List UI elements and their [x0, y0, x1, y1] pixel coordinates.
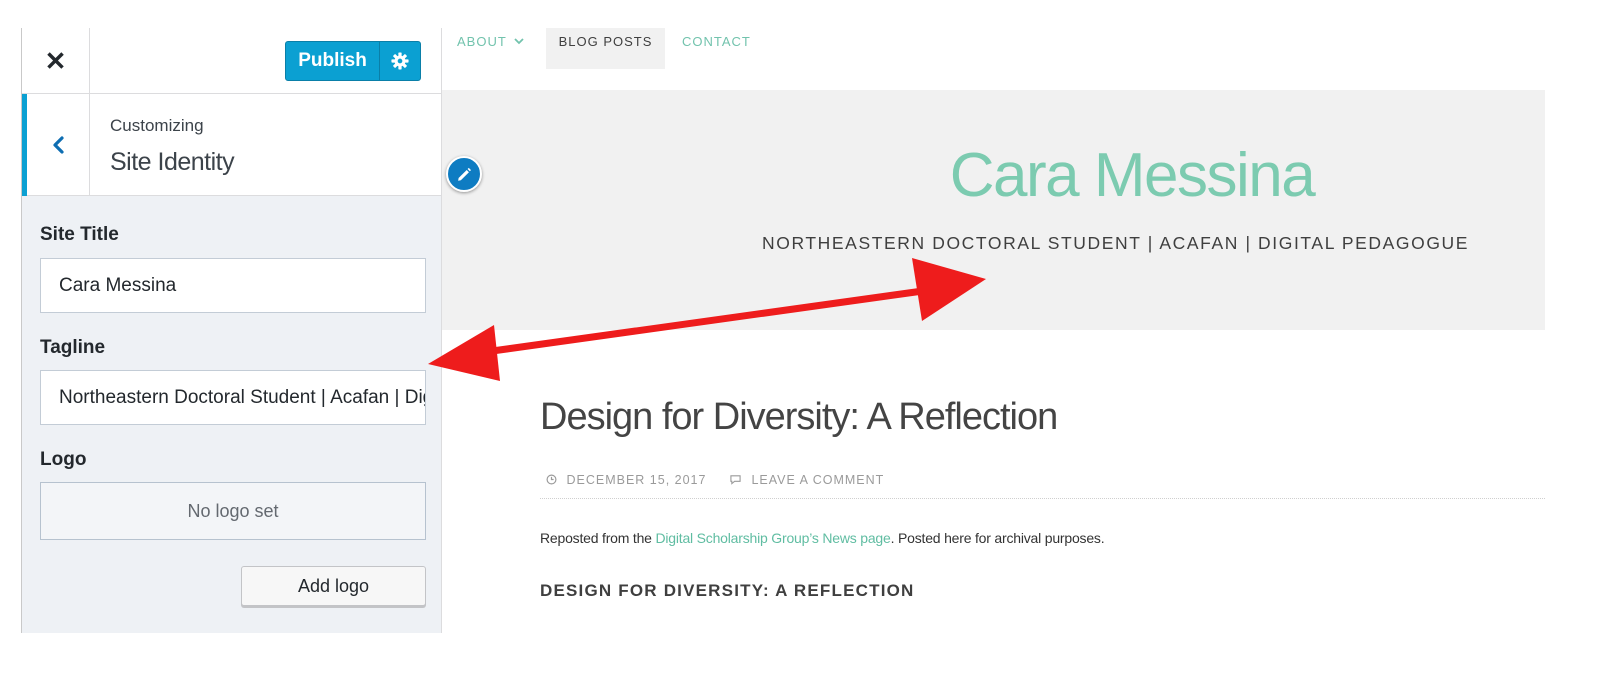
site-navigation: ABOUT BLOG POSTS CONTACT [442, 28, 1545, 90]
screenshot-frame: ✕ Publish Customizing Site Identity Site… [0, 0, 1600, 678]
comment-icon [730, 475, 741, 485]
site-title[interactable]: Cara Messina [442, 140, 1545, 211]
body-before: Reposted from the [540, 530, 656, 546]
no-logo-text: No logo set [187, 500, 279, 521]
site-title-input[interactable]: Cara Messina [40, 258, 426, 313]
section-title: Site Identity [110, 148, 235, 176]
leave-comment-link[interactable]: LEAVE A COMMENT [751, 473, 884, 487]
site-title-label: Site Title [40, 224, 119, 245]
section-kicker: Customizing [110, 116, 204, 135]
pencil-icon [458, 167, 472, 181]
body-after: . Posted here for archival purposes. [890, 530, 1105, 546]
publish-settings-button[interactable] [380, 42, 420, 80]
add-logo-button[interactable]: Add logo [241, 566, 426, 606]
nav-contact[interactable]: CONTACT [682, 28, 751, 70]
chevron-down-icon [514, 38, 524, 45]
meta-divider [540, 498, 1545, 499]
news-page-link[interactable]: Digital Scholarship Group’s News page [655, 530, 890, 546]
gear-icon [391, 52, 409, 70]
post-subheading: DESIGN FOR DIVERSITY: A REFLECTION [540, 581, 915, 600]
chevron-left-icon [53, 136, 64, 154]
close-icon: ✕ [44, 45, 67, 76]
close-customizer-button[interactable]: ✕ [22, 28, 90, 94]
site-tagline: NORTHEASTERN DOCTORAL STUDENT | ACAFAN |… [762, 233, 1470, 253]
tagline-input[interactable]: Northeastern Doctoral Student | Acafan |… [40, 370, 426, 425]
nav-about-label: ABOUT [457, 34, 507, 49]
nav-about[interactable]: ABOUT [457, 28, 525, 70]
back-button[interactable] [22, 94, 90, 196]
nav-blog-posts[interactable]: BLOG POSTS [546, 28, 665, 69]
publish-button-group: Publish [285, 41, 421, 81]
post-date[interactable]: DECEMBER 15, 2017 [566, 473, 706, 487]
post-body: Reposted from the Digital Scholarship Gr… [540, 530, 1105, 546]
customizer-sidebar: ✕ Publish Customizing Site Identity Site… [21, 28, 442, 633]
logo-placeholder[interactable]: No logo set [40, 482, 426, 540]
tagline-label: Tagline [40, 337, 106, 358]
section-header: Customizing Site Identity [22, 94, 441, 196]
post-content: Design for Diversity: A Reflection DECEM… [468, 330, 1545, 633]
site-header: Cara Messina NORTHEASTERN DOCTORAL STUDE… [442, 90, 1545, 330]
publish-button[interactable]: Publish [286, 42, 380, 80]
clock-icon [546, 474, 557, 485]
site-preview: ABOUT BLOG POSTS CONTACT Cara Messina NO… [442, 28, 1545, 633]
logo-label: Logo [40, 449, 87, 470]
post-meta: DECEMBER 15, 2017 LEAVE A COMMENT [546, 473, 884, 487]
post-title[interactable]: Design for Diversity: A Reflection [540, 396, 1058, 439]
edit-shortcut-button[interactable] [446, 156, 482, 192]
customizer-header: ✕ Publish [22, 28, 441, 94]
